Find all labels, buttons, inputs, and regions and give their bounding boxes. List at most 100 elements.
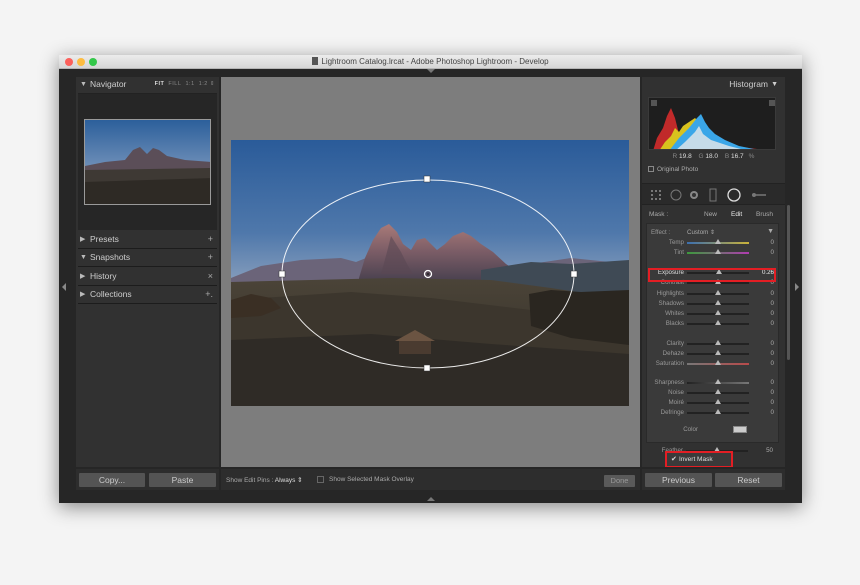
- slider-knob[interactable]: [715, 249, 721, 254]
- slider-label: Defringe: [660, 409, 684, 416]
- histogram-graph: [651, 100, 775, 149]
- tool-icons[interactable]: [642, 184, 785, 206]
- filmstrip-toggle-icon[interactable]: [427, 497, 435, 501]
- zoom-fill[interactable]: FILL: [168, 81, 181, 87]
- slider-value[interactable]: 0: [771, 409, 774, 416]
- slider-knob[interactable]: [715, 239, 721, 244]
- add-collection-button[interactable]: +.: [205, 287, 213, 302]
- slider-row-shadows: Shadows 0: [647, 299, 780, 309]
- slider-value[interactable]: 0: [771, 290, 774, 297]
- slider-knob[interactable]: [715, 409, 721, 414]
- slider-value[interactable]: 0: [771, 350, 774, 357]
- effect-select[interactable]: Custom ⇕: [687, 229, 715, 236]
- edit-pins-control[interactable]: Show Edit Pins : Always ⇕: [226, 476, 303, 484]
- slider-row-moir: Moiré 0: [647, 398, 780, 408]
- mask-row: Mask : New Edit Brush: [642, 208, 785, 222]
- mask-brush-button[interactable]: Brush: [756, 211, 773, 218]
- zoom-1-1[interactable]: 1:1: [185, 81, 194, 87]
- slider-knob[interactable]: [715, 360, 721, 365]
- snapshots-header[interactable]: ▼ Snapshots +: [76, 250, 219, 265]
- divider: [78, 285, 217, 286]
- slider-knob[interactable]: [715, 389, 721, 394]
- r-label: R: [672, 153, 678, 160]
- slider-label: Sharpness: [654, 379, 684, 386]
- navigator-zoom-options[interactable]: FIT FILL 1:1 1:2 ⇕: [155, 77, 215, 92]
- slider-value[interactable]: 0: [771, 360, 774, 367]
- effect-row: Effect : Custom ⇕ ▼: [647, 228, 780, 238]
- original-photo-checkbox[interactable]: [648, 166, 654, 172]
- slider-row-whites: Whites 0: [647, 309, 780, 319]
- slider-knob[interactable]: [715, 340, 721, 345]
- radial-filter-overlay[interactable]: [231, 140, 629, 406]
- done-button[interactable]: Done: [604, 475, 635, 487]
- histogram-header[interactable]: Histogram ▼: [642, 77, 780, 92]
- slider-row-tint: Tint 0: [647, 248, 780, 258]
- feather-value[interactable]: 50: [766, 447, 773, 454]
- history-header[interactable]: ▶ History ×: [76, 269, 219, 284]
- slider-value[interactable]: 0: [771, 300, 774, 307]
- photo[interactable]: [231, 140, 629, 406]
- navigator-thumbnail[interactable]: [84, 119, 211, 205]
- left-panel-toggle-icon[interactable]: [62, 283, 66, 291]
- slider-value[interactable]: 0: [771, 379, 774, 386]
- add-preset-button[interactable]: +: [208, 232, 213, 247]
- collapse-triangle-icon[interactable]: ▼: [767, 228, 774, 235]
- slider-value[interactable]: 0: [771, 399, 774, 406]
- mask-edit-button[interactable]: Edit: [731, 211, 742, 218]
- adjustment-sliders: Effect : Custom ⇕ ▼ Temp 0 Tint 0 Exposure 0.…: [646, 223, 779, 443]
- g-value: 18.0: [705, 153, 719, 160]
- slider-knob[interactable]: [715, 350, 721, 355]
- navigator-header[interactable]: ▼ Navigator FIT FILL 1:1 1:2 ⇕: [76, 77, 219, 92]
- slider-value[interactable]: 0: [771, 389, 774, 396]
- slider-label: Whites: [665, 310, 684, 317]
- mask-overlay-label: Show Selected Mask Overlay: [329, 476, 414, 483]
- slider-label: Moiré: [668, 399, 684, 406]
- slider-knob[interactable]: [715, 300, 721, 305]
- histogram[interactable]: [648, 97, 776, 150]
- slider-knob[interactable]: [715, 320, 721, 325]
- add-snapshot-button[interactable]: +: [208, 250, 213, 265]
- top-panel-toggle-icon[interactable]: [427, 69, 435, 73]
- right-panel-toggle-icon[interactable]: [795, 283, 799, 291]
- color-swatch[interactable]: [733, 426, 747, 433]
- clear-history-button[interactable]: ×: [208, 269, 213, 284]
- zoom-1-2[interactable]: 1:2 ⇕: [199, 81, 215, 87]
- mask-overlay-checkbox[interactable]: [317, 476, 324, 483]
- presets-header[interactable]: ▶ Presets +: [76, 232, 219, 247]
- collections-label: Collections: [90, 289, 132, 299]
- window-title-text: Lightroom Catalog.lrcat - Adobe Photosho…: [321, 57, 549, 66]
- mask-new-button[interactable]: New: [704, 211, 717, 218]
- slider-value[interactable]: 0: [771, 239, 774, 246]
- slider-knob[interactable]: [715, 379, 721, 384]
- presets-label: Presets: [90, 234, 119, 244]
- histogram-label: Histogram: [729, 79, 768, 89]
- slider-value[interactable]: 0: [771, 310, 774, 317]
- edit-pins-select[interactable]: Always ⇕: [275, 477, 303, 484]
- slider-value[interactable]: 0: [771, 249, 774, 256]
- right-panel-scrollbar[interactable]: [787, 205, 790, 360]
- slider-row-temp: Temp 0: [647, 238, 780, 248]
- slider-label: Tint: [673, 249, 684, 256]
- color-row: Color: [647, 425, 780, 435]
- paste-button[interactable]: Paste: [149, 473, 216, 487]
- previous-button[interactable]: Previous: [645, 473, 712, 487]
- slider-label: Dehaze: [662, 350, 684, 357]
- mask-label: Mask :: [649, 211, 669, 218]
- slider-row-clarity: Clarity 0: [647, 339, 780, 349]
- left-bottom-bar: Copy... Paste: [76, 469, 219, 490]
- zoom-fit[interactable]: FIT: [155, 81, 165, 87]
- title-bar: Lightroom Catalog.lrcat - Adobe Photosho…: [59, 55, 802, 69]
- slider-knob[interactable]: [715, 290, 721, 295]
- slider-row-sharpness: Sharpness 0: [647, 378, 780, 388]
- original-photo-toggle[interactable]: Original Photo: [648, 166, 698, 173]
- left-panel: ▼ Navigator FIT FILL 1:1 1:2 ⇕ ▶ Presets…: [76, 77, 219, 467]
- slider-value[interactable]: 0: [771, 340, 774, 347]
- exposure-highlight: [648, 268, 776, 282]
- slider-knob[interactable]: [715, 310, 721, 315]
- copy-button[interactable]: Copy...: [79, 473, 145, 487]
- reset-button[interactable]: Reset: [715, 473, 782, 487]
- image-canvas[interactable]: [221, 77, 640, 467]
- collections-header[interactable]: ▶ Collections +.: [76, 287, 219, 302]
- slider-value[interactable]: 0: [771, 320, 774, 327]
- slider-knob[interactable]: [715, 399, 721, 404]
